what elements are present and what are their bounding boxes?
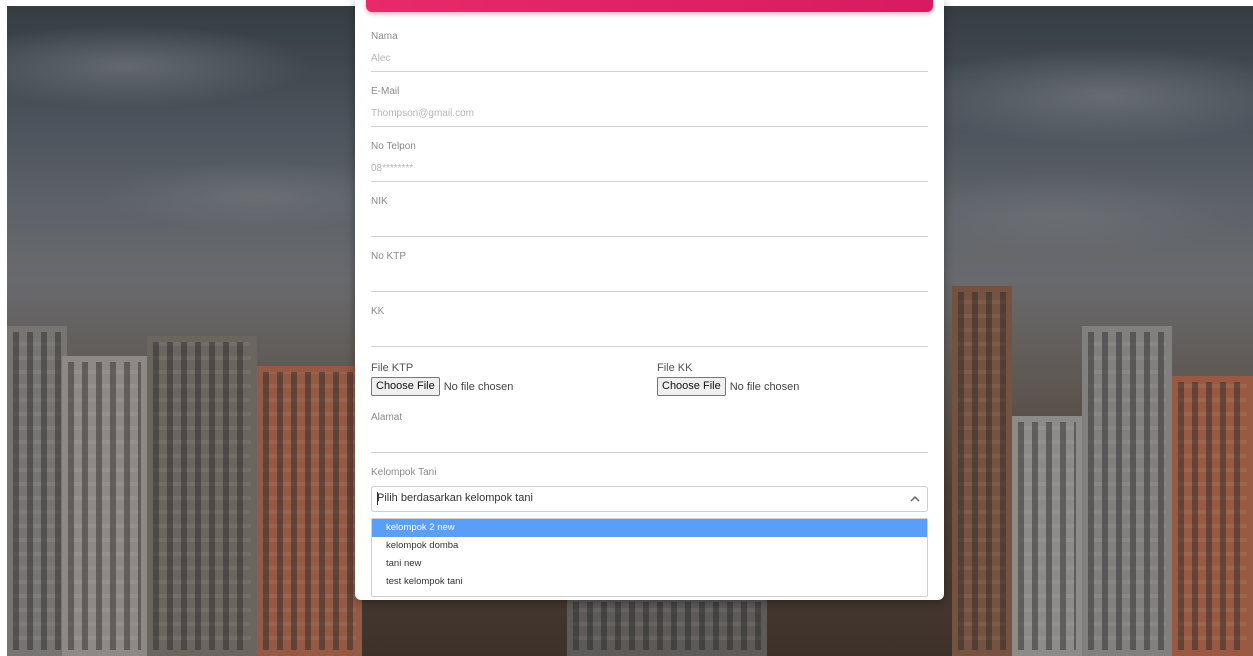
field-email[interactable]: E-Mail Thompson@gmail.com [371,86,928,127]
field-kk-label: KK [371,306,385,317]
file-kk-label: File KK [657,362,693,374]
kelompok-tani-options-list: kelompok 2 new kelompok domba tani new t… [371,518,928,597]
field-kk[interactable]: KK [371,306,928,347]
field-alamat-label: Alamat [371,412,403,423]
field-nik-label: NIK [371,196,388,207]
field-no-ktp-input[interactable] [371,273,928,285]
field-nik[interactable]: NIK [371,196,928,237]
divider [371,181,928,182]
option-item[interactable]: test kelompok tani [372,573,927,591]
divider [371,346,928,347]
field-nama-label: Nama [371,31,398,42]
field-no-ktp[interactable]: No KTP [371,251,928,292]
file-ktp-choose-button[interactable]: Choose File [371,377,440,396]
field-no-telpon[interactable]: No Telpon 08******** [371,141,928,182]
field-alamat[interactable]: Alamat [371,412,928,453]
kelompok-tani-select[interactable]: Pilih berdasarkan kelompok tani [371,486,928,512]
field-nama-input[interactable]: Alec [371,53,928,65]
field-kelompok-tani-label: Kelompok Tani [371,467,437,478]
field-alamat-input[interactable] [371,434,928,446]
file-kk-choose-button[interactable]: Choose File [657,377,726,396]
file-kk-status: No file chosen [729,380,800,393]
file-kk-upload: File KK Choose File No file chosen [657,362,799,396]
field-nama[interactable]: Nama Alec [371,31,928,72]
field-no-ktp-label: No KTP [371,251,407,262]
file-ktp-label: File KTP [371,362,414,374]
option-item[interactable]: kelompok 2 new [372,519,927,537]
file-ktp-status: No file chosen [443,380,514,393]
divider [371,291,928,292]
field-kelompok-tani-label-wrap: Kelompok Tani [371,467,928,478]
divider [371,236,928,237]
kelompok-tani-placeholder: Pilih berdasarkan kelompok tani [377,492,533,504]
field-email-input[interactable]: Thompson@gmail.com [371,108,928,120]
field-no-telpon-input[interactable]: 08******** [371,163,928,175]
field-no-telpon-label: No Telpon [371,141,416,152]
file-ktp-upload: File KTP Choose File No file chosen [371,362,513,396]
option-item[interactable]: kelompok domba [372,537,927,555]
card-header-bar [366,0,933,12]
registration-form-card: Nama Alec E-Mail Thompson@gmail.com No T… [355,0,944,600]
field-nik-input[interactable] [371,218,928,230]
chevron-up-icon[interactable] [909,493,921,505]
option-item[interactable]: tani new [372,555,927,573]
field-email-label: E-Mail [371,86,400,97]
divider [371,126,928,127]
divider [371,452,928,453]
divider [371,71,928,72]
field-kk-input[interactable] [371,328,928,340]
